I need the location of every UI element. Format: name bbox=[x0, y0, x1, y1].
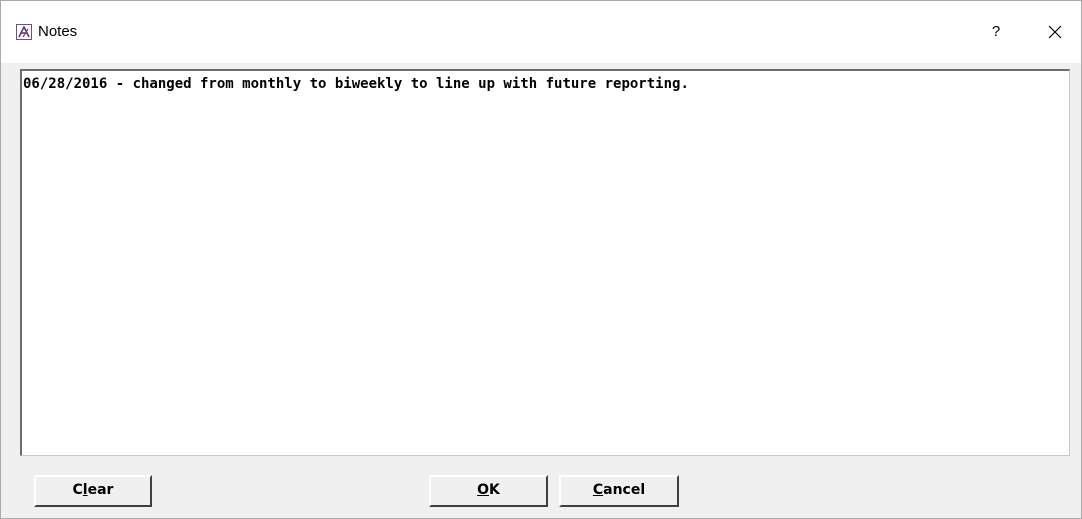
notes-dialog: Notes ? 06/28/2016 - changed from monthl… bbox=[0, 0, 1082, 519]
help-button[interactable]: ? bbox=[979, 16, 1013, 48]
clear-label-end: ear bbox=[87, 482, 114, 498]
ok-label-end: K bbox=[489, 482, 500, 498]
window-title: Notes bbox=[38, 23, 78, 40]
title-bar[interactable]: Notes ? bbox=[1, 1, 1081, 63]
cancel-label-mnemonic: C bbox=[592, 482, 604, 498]
clear-label-start: C bbox=[72, 482, 83, 498]
close-button[interactable] bbox=[1037, 16, 1073, 48]
close-icon bbox=[1048, 25, 1062, 39]
notes-textarea[interactable]: 06/28/2016 - changed from monthly to biw… bbox=[20, 69, 1070, 456]
clear-button[interactable]: Clear bbox=[34, 475, 152, 507]
cancel-button[interactable]: Cancel bbox=[559, 475, 679, 507]
notes-text: 06/28/2016 - changed from monthly to biw… bbox=[23, 76, 689, 92]
ok-label-mnemonic: O bbox=[477, 482, 490, 498]
cancel-label-end: ancel bbox=[603, 482, 646, 498]
app-logo-icon bbox=[16, 24, 32, 40]
ok-button[interactable]: OK bbox=[429, 475, 548, 507]
